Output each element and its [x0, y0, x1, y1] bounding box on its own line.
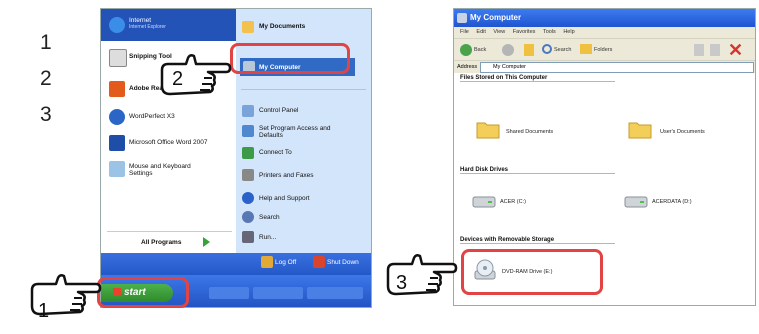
- section-files-stored: Files Stored on This Computer: [460, 75, 615, 82]
- step-number-2: 2: [40, 67, 52, 90]
- back-icon[interactable]: [460, 44, 472, 56]
- all-programs-arrow-icon: [203, 237, 210, 247]
- start-item-connect-to[interactable]: Connect To: [259, 149, 292, 156]
- menu-tools[interactable]: Tools: [543, 29, 556, 35]
- search-icon: [542, 44, 552, 54]
- up-folder-icon[interactable]: [524, 44, 534, 56]
- copy-to-icon[interactable]: [710, 44, 720, 56]
- move-to-icon[interactable]: [694, 44, 704, 56]
- delete-icon[interactable]: ✕: [728, 39, 743, 61]
- shut-down-icon: [313, 256, 325, 268]
- log-off-button[interactable]: Log Off: [275, 259, 296, 266]
- wordperfect-icon: [109, 109, 125, 125]
- section-removable-storage: Devices with Removable Storage: [460, 237, 615, 244]
- acerdata-drive-label[interactable]: ACERDATA (D:): [652, 199, 692, 205]
- shared-documents-label[interactable]: Shared Documents: [506, 129, 553, 135]
- hand-number-3: 3: [396, 272, 408, 294]
- folders-button[interactable]: Folders: [594, 42, 612, 58]
- step-number-1: 1: [40, 31, 52, 54]
- start-item-my-documents[interactable]: My Documents: [259, 23, 305, 30]
- menu-bar: File Edit View Favorites Tools Help: [454, 27, 755, 38]
- right-pane-divider: [241, 89, 366, 90]
- pointing-hand-icon-2: [160, 54, 232, 96]
- menu-edit[interactable]: Edit: [476, 29, 485, 35]
- acer-drive-label[interactable]: ACER (C:): [500, 199, 526, 205]
- shut-down-button[interactable]: Shut Down: [327, 259, 359, 266]
- log-off-icon: [261, 256, 273, 268]
- address-bar: Address My Computer: [454, 60, 755, 73]
- section-hard-disk-drives: Hard Disk Drives: [460, 167, 615, 174]
- adobe-reader-icon: [109, 81, 125, 97]
- help-icon: [242, 192, 254, 204]
- start-item-word-2007[interactable]: Microsoft Office Word 2007: [129, 139, 208, 146]
- step-number-3: 3: [40, 103, 52, 126]
- internet-explorer-icon: [109, 17, 125, 33]
- start-item-program-access[interactable]: Set Program Access and Defaults: [259, 125, 351, 139]
- address-label: Address: [457, 64, 478, 70]
- window-title: My Computer: [454, 9, 755, 27]
- my-documents-icon: [242, 21, 254, 33]
- highlight-my-computer: [230, 43, 350, 74]
- word-2007-icon: [109, 135, 125, 151]
- hand-number-1: 1: [38, 300, 50, 322]
- start-item-run[interactable]: Run...: [259, 234, 276, 241]
- printers-icon: [242, 169, 254, 181]
- start-item-help[interactable]: Help and Support: [259, 195, 310, 202]
- start-item-control-panel[interactable]: Control Panel: [259, 107, 298, 114]
- address-field[interactable]: My Computer: [480, 62, 754, 73]
- run-icon: [242, 231, 254, 243]
- window-computer-icon: [457, 13, 467, 23]
- start-item-search[interactable]: Search: [259, 214, 280, 221]
- mouse-keyboard-icon: [109, 161, 125, 177]
- menu-view[interactable]: View: [493, 29, 505, 35]
- forward-icon[interactable]: [502, 44, 514, 56]
- start-item-mouse-keyboard[interactable]: Mouse and Keyboard Settings: [129, 163, 191, 177]
- search-icon: [242, 211, 254, 223]
- shared-documents-folder-icon: [476, 119, 500, 139]
- program-access-icon: [242, 125, 254, 137]
- control-panel-icon: [242, 105, 254, 117]
- highlight-start-button: [97, 277, 189, 308]
- menu-help[interactable]: Help: [563, 29, 574, 35]
- all-programs-button[interactable]: All Programs: [141, 239, 181, 246]
- toolbar: Back Search Folders ✕: [454, 38, 755, 61]
- left-pane-divider: [107, 231, 232, 232]
- folders-icon: [580, 44, 592, 54]
- start-item-printers[interactable]: Printers and Faxes: [259, 172, 314, 179]
- connect-to-icon: [242, 147, 254, 159]
- snipping-tool-icon: [109, 49, 127, 67]
- taskbar-button-3[interactable]: [307, 287, 363, 299]
- acer-drive-icon: [472, 195, 496, 209]
- taskbar-button-2[interactable]: [253, 287, 303, 299]
- start-item-wordperfect[interactable]: WordPerfect X3: [129, 113, 175, 120]
- start-item-internet[interactable]: Internet Internet Explorer: [129, 17, 166, 31]
- hand-number-2: 2: [172, 68, 184, 90]
- acerdata-drive-icon: [624, 195, 648, 209]
- search-button[interactable]: Search: [554, 42, 571, 58]
- menu-favorites[interactable]: Favorites: [513, 29, 536, 35]
- users-documents-folder-icon: [628, 119, 652, 139]
- highlight-dvd-drive: [461, 249, 603, 295]
- users-documents-label[interactable]: User's Documents: [660, 129, 705, 135]
- menu-file[interactable]: File: [460, 29, 469, 35]
- back-button[interactable]: Back: [474, 42, 486, 58]
- taskbar-button-1[interactable]: [209, 287, 249, 299]
